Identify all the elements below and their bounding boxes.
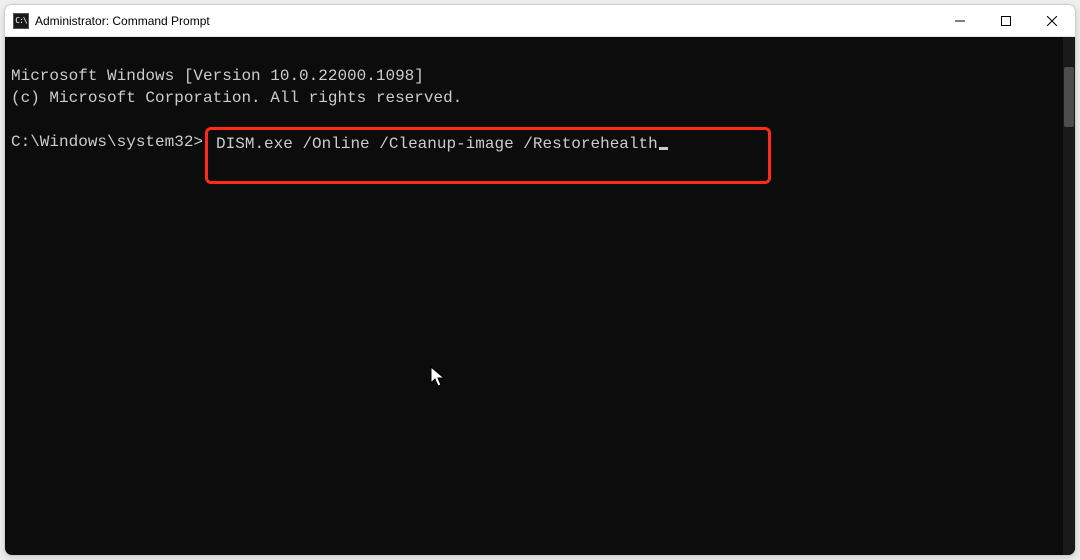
maximize-button[interactable]	[983, 5, 1029, 36]
window-title: Administrator: Command Prompt	[35, 14, 210, 28]
cmd-icon: C:\	[13, 13, 29, 29]
terminal-area[interactable]: Microsoft Windows [Version 10.0.22000.10…	[5, 37, 1075, 555]
window-controls	[937, 5, 1075, 36]
minimize-icon	[955, 16, 965, 26]
scrollbar-thumb[interactable]	[1064, 67, 1074, 127]
output-line: Microsoft Windows [Version 10.0.22000.10…	[11, 67, 424, 85]
prompt-line: C:\Windows\system32> DISM.exe /Online /Cl…	[11, 131, 1065, 184]
minimize-button[interactable]	[937, 5, 983, 36]
text-cursor	[659, 147, 668, 150]
typed-command: DISM.exe /Online /Cleanup-image /Restore…	[216, 135, 658, 153]
close-icon	[1047, 16, 1057, 26]
scrollbar-track[interactable]	[1063, 37, 1075, 555]
close-button[interactable]	[1029, 5, 1075, 36]
prompt-path: C:\Windows\system32>	[11, 131, 203, 153]
maximize-icon	[1001, 16, 1011, 26]
command-prompt-window: C:\ Administrator: Command Prompt Micros…	[4, 4, 1076, 556]
titlebar[interactable]: C:\ Administrator: Command Prompt	[5, 5, 1075, 37]
titlebar-left: C:\ Administrator: Command Prompt	[13, 13, 210, 29]
command-highlight: DISM.exe /Online /Cleanup-image /Restore…	[205, 127, 771, 184]
output-line: (c) Microsoft Corporation. All rights re…	[11, 89, 462, 107]
terminal-output[interactable]: Microsoft Windows [Version 10.0.22000.10…	[5, 37, 1065, 555]
